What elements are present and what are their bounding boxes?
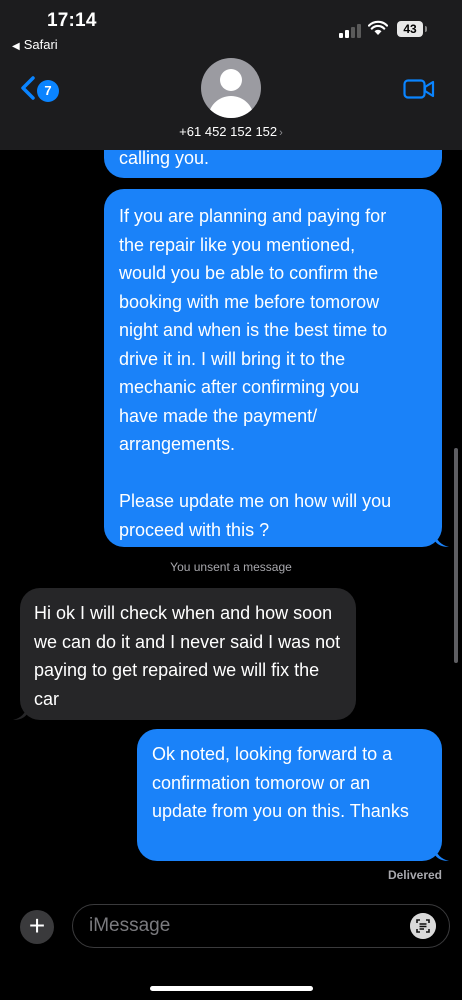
home-indicator <box>150 986 313 991</box>
back-app-label[interactable]: Safari <box>24 37 58 52</box>
avatar-head-shape <box>220 69 242 91</box>
message-bubble-sent[interactable]: If you are planning and paying for the r… <box>104 189 442 547</box>
bubble-tail <box>435 533 449 547</box>
message-bubble-received[interactable]: Hi ok I will check when and how soon we … <box>20 588 356 720</box>
battery-tip <box>425 26 427 32</box>
scrollbar[interactable] <box>454 448 458 663</box>
scan-text-icon[interactable] <box>410 913 436 939</box>
battery-icon: 43 <box>397 21 423 37</box>
message-input[interactable] <box>89 914 389 938</box>
delivery-status: Delivered <box>387 868 442 882</box>
bubble-tail <box>435 847 449 861</box>
contact-avatar[interactable] <box>201 58 261 118</box>
avatar-body-shape <box>208 96 254 118</box>
signal-icon <box>339 24 361 38</box>
unsent-notice: You unsent a message <box>170 560 292 574</box>
compose-bar: + <box>0 896 462 1000</box>
back-triangle-icon: ◀ <box>12 41 20 52</box>
status-time: 17:14 <box>47 10 97 31</box>
contact-number[interactable]: +61 452 152 152 <box>179 124 277 139</box>
wifi-icon <box>368 20 388 35</box>
chevron-right-icon: › <box>279 127 283 139</box>
back-to-app-link[interactable]: ◀ Safari <box>12 37 58 52</box>
plus-icon[interactable]: + <box>20 910 54 944</box>
status-bar: 17:14 ◀ Safari 43 <box>0 0 462 60</box>
unread-count-badge[interactable]: 7 <box>37 80 59 102</box>
bubble-tail <box>13 706 27 720</box>
message-input-field[interactable] <box>72 904 450 948</box>
video-camera-icon[interactable] <box>403 78 435 100</box>
contact-name[interactable]: +61 452 152 152 › <box>0 124 462 139</box>
message-bubble-sent[interactable]: Ok noted, looking forward to a confirmat… <box>137 729 442 861</box>
